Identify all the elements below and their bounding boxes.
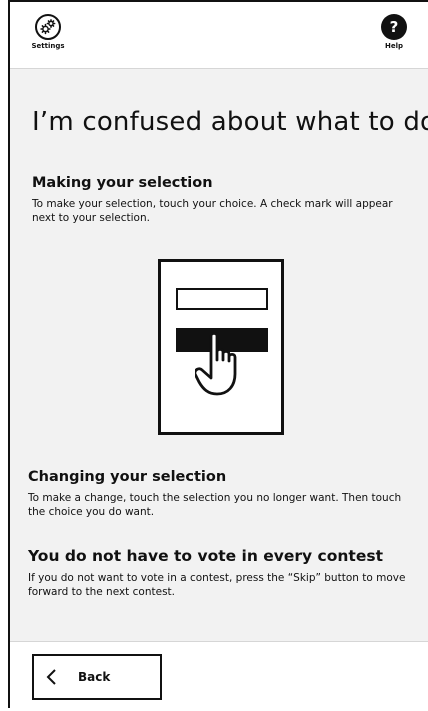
section-making-selection: Making your selection To make your selec… [32, 175, 412, 225]
question-mark-icon: ? [381, 14, 407, 40]
back-button[interactable]: Back [32, 654, 162, 700]
section-body: To make your selection, touch your choic… [32, 198, 393, 224]
settings-label: Settings [31, 42, 65, 50]
section-heading: Changing your selection [28, 469, 227, 485]
gears-icon [35, 14, 61, 40]
app-frame: Settings ? Help I’m confused about what … [8, 0, 428, 711]
help-button[interactable]: ? Help [374, 14, 414, 50]
settings-button[interactable]: Settings [28, 14, 68, 50]
section-skip-contest: You do not have to vote in every contest… [28, 547, 408, 599]
section-heading: Making your selection [32, 175, 213, 191]
help-label: Help [384, 42, 404, 50]
page-title: I’m confused about what to do [32, 107, 428, 137]
bottom-bar: Back [10, 641, 428, 711]
help-content: I’m confused about what to do Making you… [10, 69, 428, 641]
ballot-touch-hand-icon [158, 259, 284, 435]
section-body: If you do not want to vote in a contest,… [28, 572, 406, 598]
section-heading: You do not have to vote in every contest [28, 547, 383, 565]
back-label: Back [78, 670, 111, 684]
pointing-hand-icon [195, 331, 237, 396]
top-bar: Settings ? Help [10, 2, 428, 69]
chevron-left-icon [46, 669, 56, 685]
unselected-choice-box [176, 288, 268, 310]
section-body: To make a change, touch the selection yo… [28, 492, 402, 518]
section-changing-selection: Changing your selection To make a change… [28, 469, 408, 519]
